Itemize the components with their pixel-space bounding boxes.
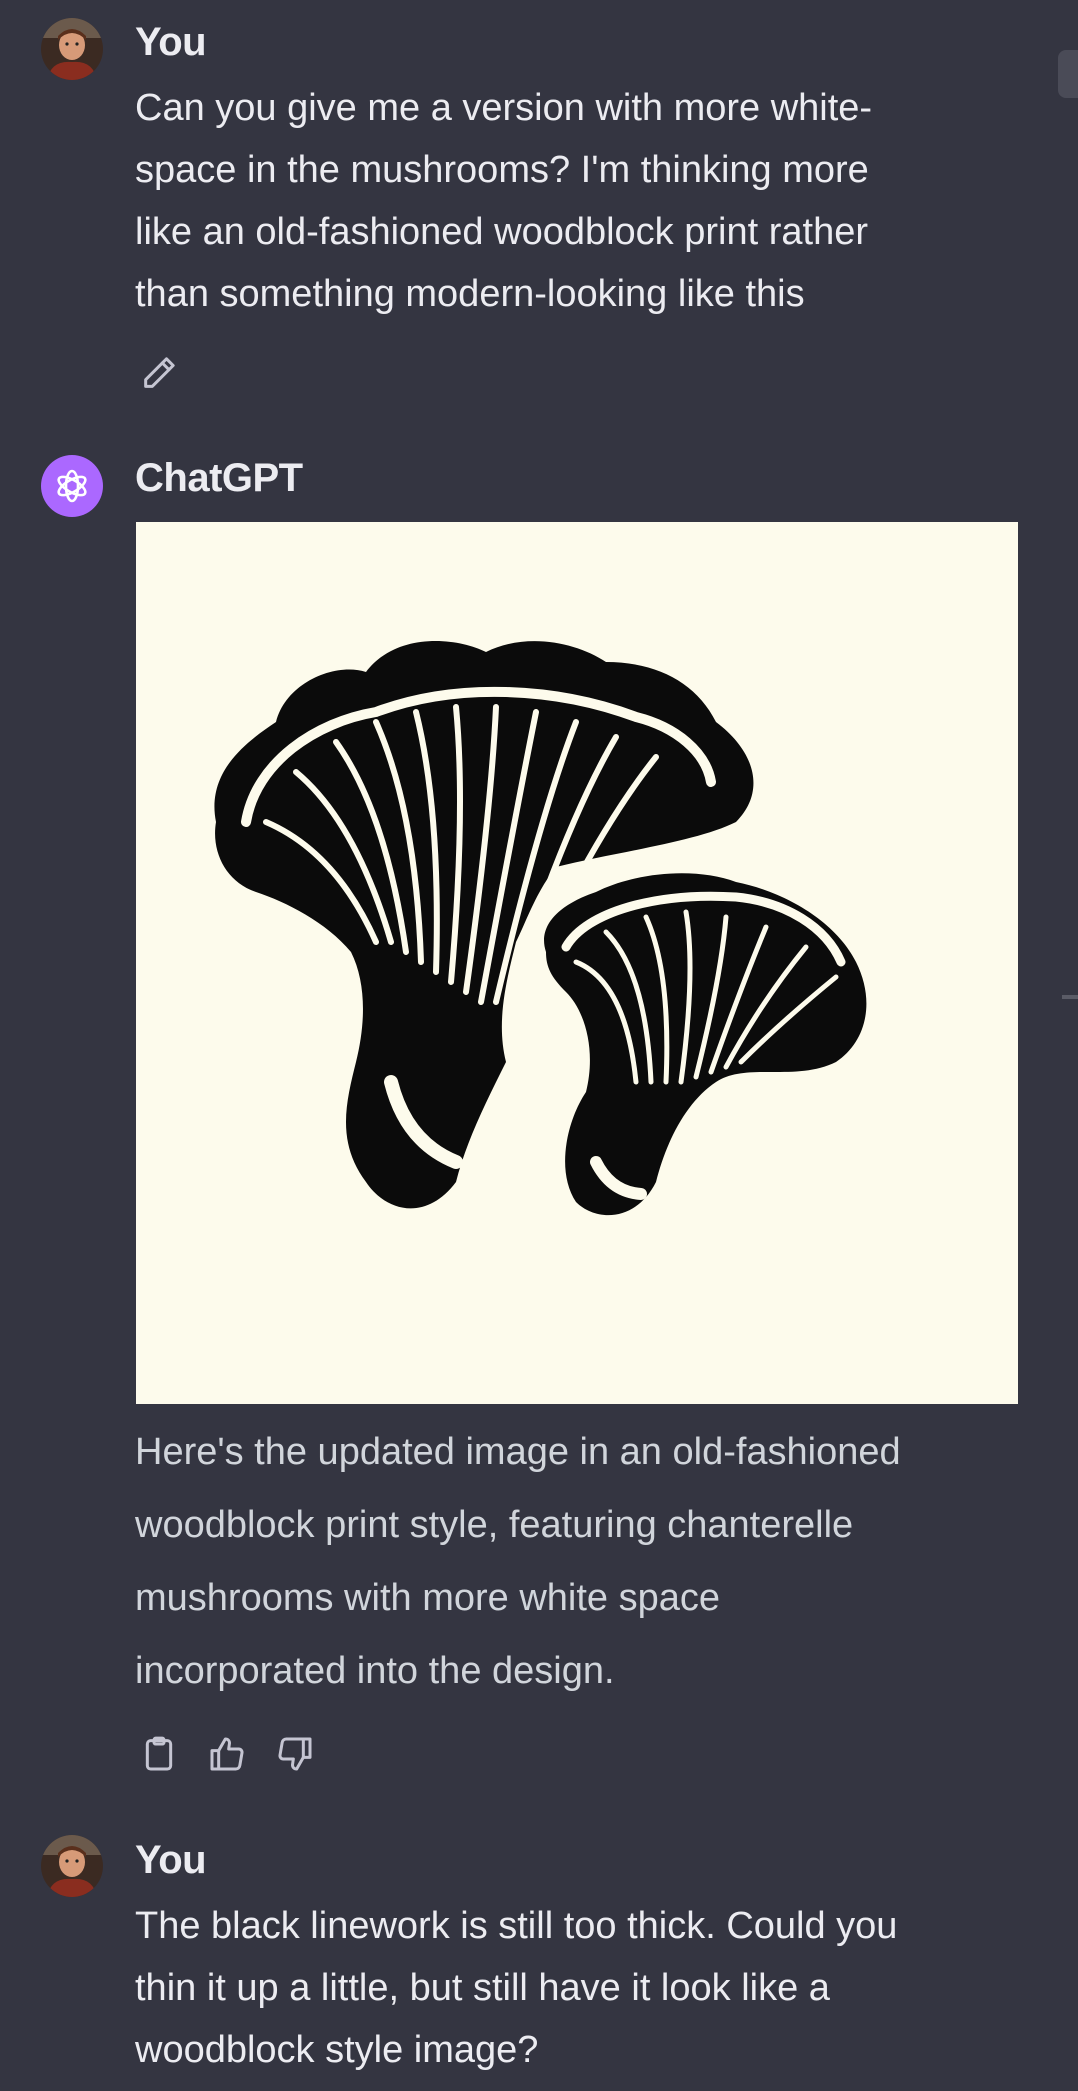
message-line: Here's the updated image in an old-fashi… bbox=[135, 1431, 901, 1473]
copy-button[interactable] bbox=[137, 1732, 181, 1776]
thumbs-down-button[interactable] bbox=[273, 1732, 317, 1776]
thumbs-up-button[interactable] bbox=[205, 1732, 249, 1776]
chatgpt-avatar bbox=[41, 455, 103, 517]
chat-window: You Can you give me a version with more … bbox=[0, 0, 1078, 2091]
message-line: than something modern-looking like this bbox=[135, 273, 805, 315]
openai-logo-icon bbox=[57, 469, 87, 503]
sender-name: You bbox=[135, 20, 207, 64]
user-avatar[interactable] bbox=[41, 1835, 103, 1897]
message-line: Can you give me a version with more whit… bbox=[135, 87, 873, 129]
message-line: space in the mushrooms? I'm thinking mor… bbox=[135, 149, 869, 191]
message-line: woodblock print style, featuring chanter… bbox=[135, 1504, 854, 1546]
message-line: woodblock style image? bbox=[135, 2029, 539, 2071]
message-line: mushrooms with more white space bbox=[135, 1577, 720, 1619]
user-message-2: The black linework is still too thick. C… bbox=[135, 1895, 1015, 2081]
edit-button[interactable] bbox=[137, 351, 181, 395]
edit-icon bbox=[144, 357, 175, 388]
generated-image[interactable] bbox=[136, 522, 1018, 1404]
message-line: like an old-fashioned woodblock print ra… bbox=[135, 211, 868, 253]
thumbs-up-icon bbox=[210, 1737, 244, 1771]
user-message-1: Can you give me a version with more whit… bbox=[135, 77, 1015, 325]
message-line: The black linework is still too thick. C… bbox=[135, 1905, 898, 1947]
sender-name: ChatGPT bbox=[135, 456, 303, 500]
scroll-marker bbox=[1062, 995, 1078, 999]
user-avatar[interactable] bbox=[41, 18, 103, 80]
sender-name: You bbox=[135, 1838, 207, 1882]
scrollbar-thumb[interactable] bbox=[1058, 50, 1078, 98]
message-line: thin it up a little, but still have it l… bbox=[135, 1967, 830, 2009]
thumbs-down-icon bbox=[278, 1737, 312, 1771]
message-line: incorporated into the design. bbox=[135, 1650, 615, 1692]
assistant-message: Here's the updated image in an old-fashi… bbox=[135, 1416, 1015, 1708]
copy-icon bbox=[145, 1736, 173, 1771]
